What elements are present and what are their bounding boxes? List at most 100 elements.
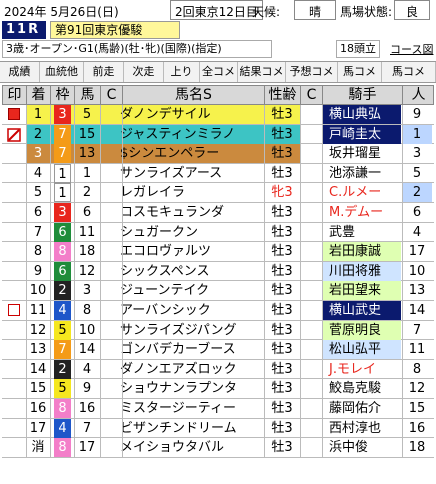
- horse-name[interactable]: ショウナンラプンタ: [120, 379, 260, 398]
- table-row[interactable]: 13 7 14 ゴンバデカーブース 牡3 松山弘平 11: [2, 340, 434, 360]
- jockey-name[interactable]: 西村淳也: [323, 419, 401, 438]
- table-row[interactable]: 2 7 15 ジャスティンミラノ 牡3 戸崎圭太 1: [2, 124, 434, 145]
- jockey-name[interactable]: 松山弘平: [323, 340, 401, 360]
- frame-number: 2: [54, 281, 71, 301]
- col-name: 馬名S: [123, 86, 265, 104]
- jockey-name[interactable]: M.デムー: [323, 203, 401, 222]
- jockey-name[interactable]: 坂井瑠星: [323, 144, 401, 163]
- table-row[interactable]: 10 2 3 ジューンテイク 牡3 岩田望来 13: [2, 281, 434, 301]
- table-row[interactable]: 17 4 7 ビザンチンドリーム 牡3 西村淳也 16: [2, 418, 434, 439]
- mark-cell[interactable]: [2, 399, 26, 418]
- horse-name[interactable]: メイショウタバル: [120, 438, 260, 457]
- horse-name[interactable]: エコロヴァルツ: [120, 242, 260, 261]
- mark-cell[interactable]: [2, 262, 26, 281]
- menu-item[interactable]: 予想コメ: [286, 62, 338, 82]
- horse-name[interactable]: ジューンテイク: [120, 281, 260, 300]
- horse-name[interactable]: サンライズアース: [120, 164, 260, 183]
- table-row[interactable]: 14 2 4 ダノンエアズロック 牡3 J.モレイ 8: [2, 359, 434, 380]
- horse-number: 6: [82, 205, 92, 220]
- mark-cell[interactable]: [2, 164, 26, 183]
- col-umaban: 馬: [75, 86, 101, 104]
- table-row[interactable]: 11 4 8 アーバンシック 牡3 横山武史 14: [2, 301, 434, 321]
- mark-cell[interactable]: [2, 203, 26, 222]
- view-menu: 成績 血統他 前走 次走 上り 全コメ 結果コメ 予想コメ 馬コメ 馬コメ: [0, 61, 436, 83]
- menu-item[interactable]: 上り: [164, 62, 200, 82]
- jockey-name[interactable]: 浜中俊: [323, 438, 401, 457]
- popularity: 4: [412, 224, 422, 240]
- horse-name[interactable]: ジャスティンミラノ: [120, 125, 260, 144]
- jockey-name[interactable]: 菅原明良: [323, 320, 401, 340]
- horse-name[interactable]: ビザンチンドリーム: [120, 419, 260, 438]
- horse-name[interactable]: レガレイラ: [120, 183, 260, 202]
- jockey-name[interactable]: 武豊: [323, 223, 401, 242]
- jockey-name[interactable]: J.モレイ: [323, 360, 401, 379]
- mark-cell[interactable]: [2, 438, 26, 457]
- jockey-name[interactable]: 横山武史: [323, 301, 401, 320]
- table-row[interactable]: 16 8 16 ミスタージーティー 牡3 藤岡佑介 15: [2, 399, 434, 419]
- col-c2: C: [301, 86, 323, 104]
- menu-item[interactable]: 血統他: [40, 62, 84, 82]
- table-row[interactable]: 8 8 18 エコロヴァルツ 牡3 岩田康誠 17: [2, 242, 434, 262]
- mark-cell[interactable]: [2, 360, 26, 379]
- horse-name[interactable]: シュガークン: [120, 223, 260, 242]
- menu-item[interactable]: 次走: [124, 62, 164, 82]
- mark-cell[interactable]: [2, 321, 26, 340]
- table-row[interactable]: 6 3 6 コスモキュランダ 牡3 M.デムー 6: [2, 203, 434, 223]
- popularity: 3: [412, 146, 422, 162]
- menu-item[interactable]: 馬コメ: [338, 62, 382, 82]
- horse-name[interactable]: コスモキュランダ: [120, 203, 260, 222]
- table-row[interactable]: 15 5 9 ショウナンラプンタ 牡3 鮫島克駿 12: [2, 379, 434, 399]
- horse-name[interactable]: ゴンバデカーブース: [120, 340, 260, 359]
- table-row[interactable]: 12 5 10 サンライズジパング 牡3 菅原明良 7: [2, 320, 434, 341]
- menu-item[interactable]: 前走: [84, 62, 124, 82]
- horse-name[interactable]: ダノンデサイル: [120, 105, 260, 124]
- menu-item[interactable]: 結果コメ: [238, 62, 286, 82]
- horse-name[interactable]: シックスペンス: [120, 262, 260, 281]
- horse-number: 8: [82, 303, 92, 318]
- mark-cell[interactable]: [2, 125, 26, 144]
- table-row[interactable]: 消 8 17 メイショウタバル 牡3 浜中俊 18: [2, 438, 434, 458]
- jockey-name[interactable]: 岩田康誠: [323, 242, 401, 262]
- jockey-name[interactable]: 岩田望来: [323, 281, 401, 301]
- mark-cell[interactable]: [2, 281, 26, 300]
- sex-age: 牡3: [271, 165, 293, 181]
- jockey-name[interactable]: 川田将雅: [323, 261, 401, 281]
- horse-name[interactable]: ミスタージーティー: [120, 399, 260, 418]
- jockey-name[interactable]: 鮫島克駿: [323, 379, 401, 398]
- table-row[interactable]: 3 7 13 $シンエンペラー 牡3 坂井瑠星 3: [2, 144, 434, 164]
- jockey-name[interactable]: 藤岡佑介: [323, 399, 401, 418]
- menu-item[interactable]: 成績: [0, 62, 40, 82]
- sex-age: 牡3: [271, 205, 293, 220]
- menu-item[interactable]: 馬コメ: [382, 62, 436, 82]
- horse-name[interactable]: サンライズジパング: [120, 321, 260, 340]
- horse-name[interactable]: ダノンエアズロック: [120, 360, 260, 379]
- frame-number: 5: [54, 320, 71, 340]
- table-row[interactable]: 1 3 5 ダノンデサイル 牡3 横山典弘 9: [2, 105, 434, 125]
- horse-name[interactable]: アーバンシック: [120, 301, 260, 320]
- jockey-name[interactable]: 横山典弘: [323, 105, 401, 124]
- table-row[interactable]: 9 6 12 シックスペンス 牡3 川田将雅 10: [2, 261, 434, 282]
- mark-cell[interactable]: [2, 223, 26, 242]
- mark-cell[interactable]: [2, 340, 26, 359]
- course-map-link[interactable]: コース図: [390, 41, 433, 57]
- menu-item[interactable]: 全コメ: [200, 62, 238, 82]
- popularity: 13: [408, 283, 426, 299]
- runner-count: 18頭立: [336, 40, 380, 58]
- mark-cell[interactable]: [2, 105, 26, 124]
- mark-cell[interactable]: [2, 183, 26, 202]
- horse-name[interactable]: $シンエンペラー: [120, 144, 260, 163]
- column-divider: [300, 105, 301, 458]
- mark-cell[interactable]: [2, 242, 26, 261]
- table-row[interactable]: 7 6 11 シュガークン 牡3 武豊 4: [2, 222, 434, 243]
- jockey-name[interactable]: C.ルメー: [323, 183, 401, 202]
- mark-cell[interactable]: [2, 301, 26, 320]
- table-row[interactable]: 5 1 2 レガレイラ 牝3 C.ルメー 2: [2, 183, 434, 203]
- mark-cell[interactable]: [2, 419, 26, 438]
- jockey-name[interactable]: 池添謙一: [323, 164, 401, 183]
- sex-age: 牝3: [271, 185, 293, 201]
- table-row[interactable]: 4 1 1 サンライズアース 牡3 池添謙一 5: [2, 163, 434, 184]
- frame-number: 6: [54, 222, 71, 242]
- jockey-name[interactable]: 戸崎圭太: [323, 124, 401, 144]
- mark-cell[interactable]: [2, 144, 26, 163]
- mark-cell[interactable]: [2, 379, 26, 398]
